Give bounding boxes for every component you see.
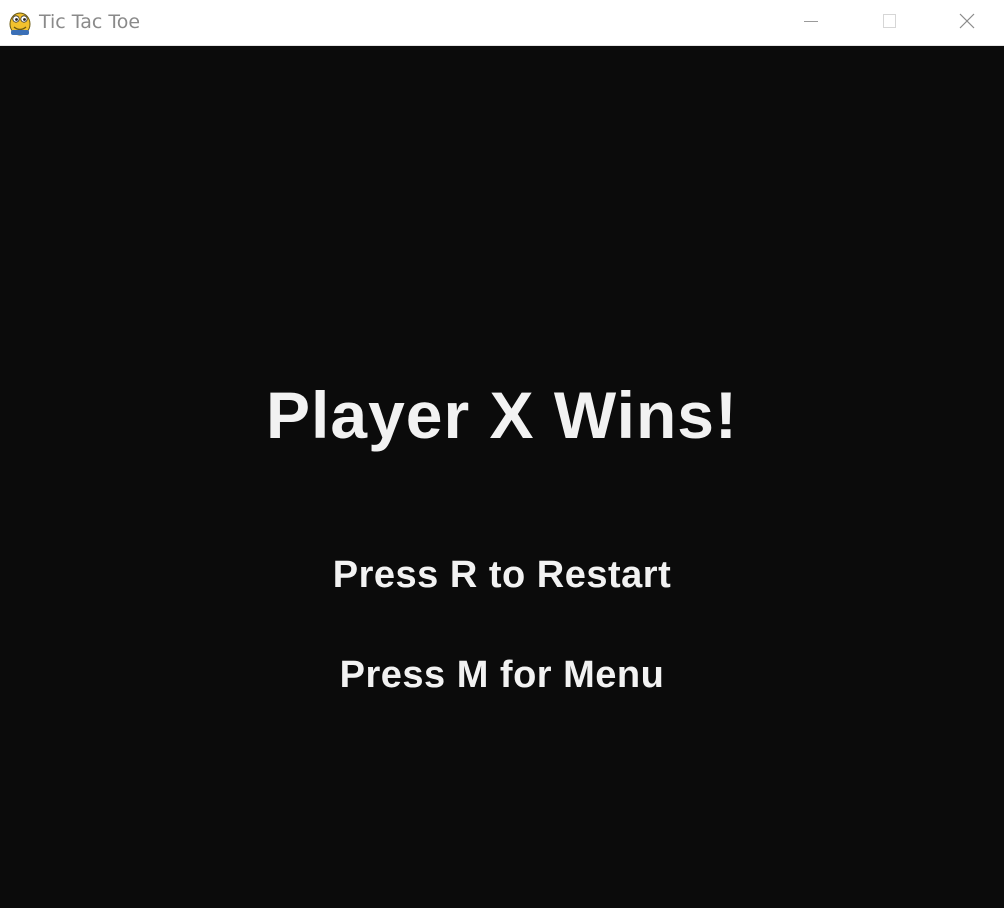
winner-message: Player X Wins! — [266, 378, 738, 452]
game-window: Tic Tac Toe Player X Wins! Press R to Re… — [0, 0, 1004, 908]
window-title: Tic Tac Toe — [39, 11, 141, 33]
minimize-button[interactable] — [772, 0, 850, 44]
pygame-snake-icon — [8, 8, 32, 36]
restart-hint: Press R to Restart — [332, 554, 672, 596]
maximize-button[interactable] — [850, 0, 928, 44]
close-icon — [959, 13, 975, 29]
menu-hint: Press M for Menu — [339, 654, 665, 696]
maximize-icon — [883, 14, 896, 28]
title-bar[interactable]: Tic Tac Toe — [0, 0, 1004, 46]
game-canvas[interactable]: Player X Wins! Press R to Restart Press … — [0, 47, 1004, 908]
minimize-icon — [804, 21, 818, 22]
close-button[interactable] — [928, 0, 1004, 44]
